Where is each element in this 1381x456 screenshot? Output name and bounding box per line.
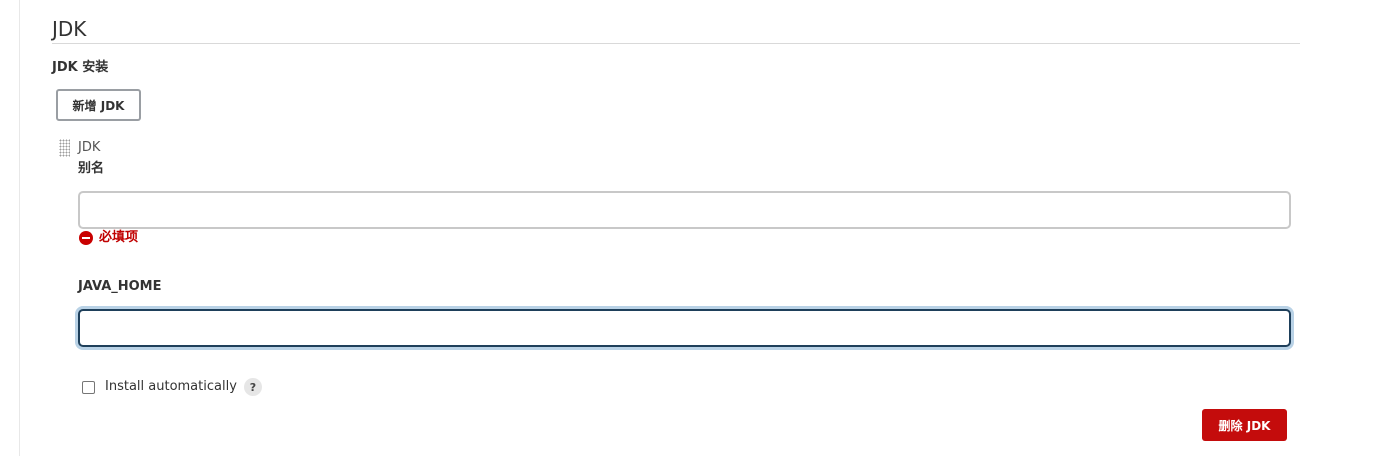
page-left-border [19,0,20,456]
drag-handle-icon[interactable] [59,139,70,157]
jdk-installations-heading: JDK 安装 [52,60,109,75]
java-home-label: JAVA_HOME [78,279,162,294]
alias-error: 必填项 [79,230,138,246]
alias-label: 别名 [78,161,105,176]
help-icon[interactable]: ? [243,378,262,396]
alias-input[interactable] [78,191,1291,229]
alias-error-message: 必填项 [99,230,139,245]
install-automatically-label[interactable]: Install automatically [105,379,237,395]
install-automatically-row: Install automatically ? [82,377,262,397]
add-jdk-button[interactable]: 新增 JDK [56,89,141,121]
install-automatically-checkbox[interactable] [82,380,95,394]
section-divider [52,43,1300,44]
jdk-item-label: JDK [78,140,101,155]
delete-jdk-button[interactable]: 删除 JDK [1202,409,1287,441]
error-circle-icon [79,231,93,245]
java-home-input[interactable] [78,309,1291,347]
section-title: JDK [52,17,87,41]
